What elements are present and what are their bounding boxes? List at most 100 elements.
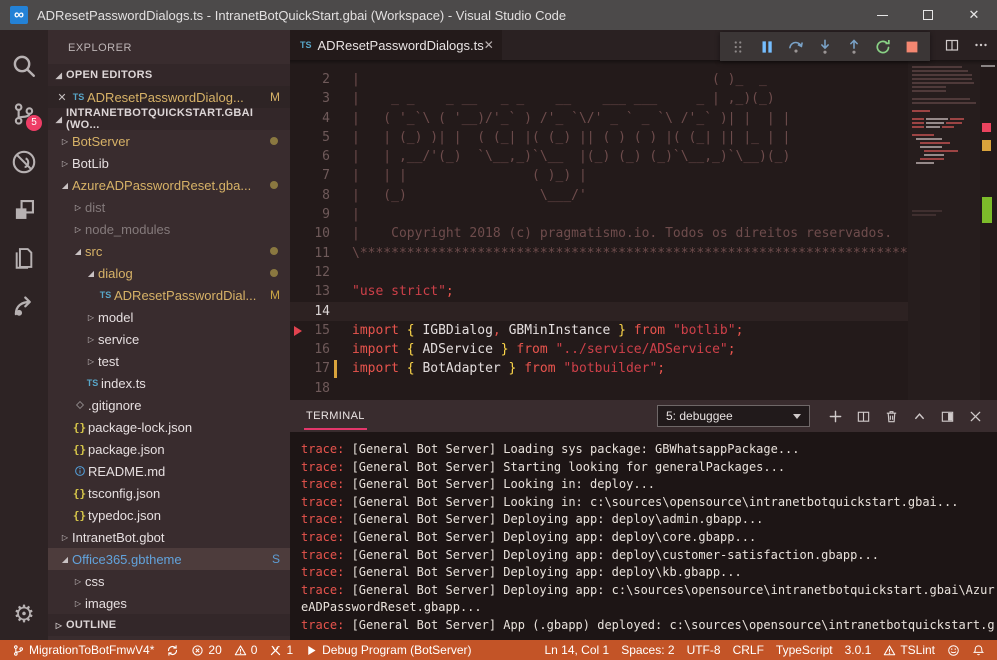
line-number[interactable]: 18	[290, 379, 330, 398]
code-line[interactable]: 8| (_) \___/'	[290, 186, 908, 205]
line-number[interactable]: 2	[290, 70, 330, 89]
statusbar-errors[interactable]: 20	[185, 640, 227, 660]
split-terminal-icon[interactable]	[856, 409, 871, 424]
code-line[interactable]: 4| ( '_`\ ( '__)/'_` ) /'_ `\/' _ ` _ `\…	[290, 109, 908, 128]
code-editor[interactable]: 2| ( )_ _3| _ _ _ __ _ _ __ ___ ___ _ | …	[290, 60, 997, 400]
maximize-button[interactable]	[905, 0, 951, 30]
minimap[interactable]	[908, 60, 980, 400]
code-line[interactable]: 14	[290, 302, 908, 321]
section-open-editors[interactable]: ◢OPEN EDITORS	[48, 64, 290, 86]
tree-item-tsconfig-json[interactable]: {}tsconfig.json	[48, 482, 290, 504]
statusbar-feedback[interactable]	[941, 640, 966, 660]
line-number[interactable]: 14	[290, 302, 330, 321]
debug-icon[interactable]	[0, 138, 48, 186]
code-line[interactable]: 17import { BotAdapter } from "botbuilder…	[290, 359, 908, 378]
code-line[interactable]: 12	[290, 263, 908, 282]
more-actions-icon[interactable]	[973, 37, 989, 53]
statusbar-warnings[interactable]: 0	[228, 640, 264, 660]
statusbar-eol[interactable]: CRLF	[727, 640, 770, 660]
pause-icon[interactable]	[758, 38, 776, 56]
close-panel-icon[interactable]	[968, 409, 983, 424]
step-over-icon[interactable]	[787, 38, 805, 56]
tree-item-office365-gbtheme[interactable]: ◢Office365.gbthemeS	[48, 548, 290, 570]
tree-item-adresetpassworddial[interactable]: TSADResetPasswordDial...M	[48, 284, 290, 306]
tree-item-index-ts[interactable]: TSindex.ts	[48, 372, 290, 394]
line-number[interactable]: 8	[290, 186, 330, 205]
tree-item-botlib[interactable]: ▷BotLib	[48, 152, 290, 174]
tree-item-css[interactable]: ▷css	[48, 570, 290, 592]
close-button[interactable]: ✕	[951, 0, 997, 30]
code-line[interactable]: 10| Copyright 2018 (c) pragmatismo.io. T…	[290, 224, 908, 243]
line-number[interactable]: 9	[290, 205, 330, 224]
tree-item-model[interactable]: ▷model	[48, 306, 290, 328]
line-number[interactable]: 10	[290, 224, 330, 243]
close-editor-icon[interactable]: ✕	[54, 91, 70, 104]
statusbar-tslint[interactable]: TSLint	[877, 640, 941, 660]
restart-icon[interactable]	[874, 38, 892, 56]
code-line[interactable]: 16import { ADService } from "../service/…	[290, 340, 908, 359]
extensions-icon[interactable]	[0, 186, 48, 234]
statusbar-cursor-position[interactable]: Ln 14, Col 1	[538, 640, 615, 660]
tree-item-dist[interactable]: ▷dist	[48, 196, 290, 218]
open-editor-item[interactable]: ✕TSADResetPasswordDialog...M	[48, 86, 290, 108]
tree-item-gitignore[interactable]: .gitignore	[48, 394, 290, 416]
stop-icon[interactable]	[903, 38, 921, 56]
line-number[interactable]: 12	[290, 263, 330, 282]
statusbar-fixes[interactable]: 1	[263, 640, 299, 660]
tree-item-intranetbot-gbot[interactable]: ▷IntranetBot.gbot	[48, 526, 290, 548]
code-line[interactable]: 3| _ _ _ __ _ _ __ ___ ___ _ | ,_)(_)	[290, 89, 908, 108]
line-number[interactable]: 4	[290, 109, 330, 128]
split-editor-icon[interactable]	[944, 37, 960, 53]
documents-icon[interactable]	[0, 234, 48, 282]
tree-item-test[interactable]: ▷test	[48, 350, 290, 372]
minimize-button[interactable]	[859, 0, 905, 30]
line-number[interactable]: 16	[290, 340, 330, 359]
code-line[interactable]: 9|	[290, 205, 908, 224]
maximize-panel-icon[interactable]	[912, 409, 927, 424]
code-line[interactable]: 15import { IGBDialog, GBMinInstance } fr…	[290, 321, 908, 340]
code-line[interactable]: 2| ( )_ _	[290, 70, 908, 89]
code-line[interactable]: 18	[290, 379, 908, 398]
line-number[interactable]: 6	[290, 147, 330, 166]
tree-item-images[interactable]: ▷images	[48, 592, 290, 614]
share-icon[interactable]	[0, 282, 48, 330]
line-number[interactable]: 17	[290, 359, 330, 378]
terminal-output[interactable]: trace: [General Bot Server] Loading sys …	[290, 432, 997, 640]
tree-item-service[interactable]: ▷service	[48, 328, 290, 350]
step-into-icon[interactable]	[816, 38, 834, 56]
tree-item-readme-md[interactable]: README.md	[48, 460, 290, 482]
line-number[interactable]: 5	[290, 128, 330, 147]
tree-item-botserver[interactable]: ▷BotServer	[48, 130, 290, 152]
code-line[interactable]: 11\*************************************…	[290, 244, 908, 263]
line-number[interactable]: 11	[290, 244, 330, 263]
toggle-panel-icon[interactable]	[940, 409, 955, 424]
code-line[interactable]: 7| | | ( )_) |	[290, 166, 908, 185]
line-number[interactable]: 13	[290, 282, 330, 301]
statusbar-debug-program[interactable]: Debug Program (BotServer)	[299, 640, 477, 660]
tree-item-node-modules[interactable]: ▷node_modules	[48, 218, 290, 240]
statusbar-git-branch[interactable]: MigrationToBotFmwV4*	[6, 640, 160, 660]
line-number[interactable]: 7	[290, 166, 330, 185]
terminal-tab[interactable]: TERMINAL	[304, 402, 367, 430]
tree-item-package-lock-json[interactable]: {}package-lock.json	[48, 416, 290, 438]
section-workspace[interactable]: ◢INTRANETBOTQUICKSTART.GBAI (WO...	[48, 108, 290, 130]
statusbar-version[interactable]: 3.0.1	[839, 640, 878, 660]
statusbar-sync[interactable]	[160, 640, 185, 660]
tab-adresetpassworddialogs[interactable]: TS ADResetPasswordDialogs.ts ✕	[290, 30, 502, 60]
line-number[interactable]: 3	[290, 89, 330, 108]
code-line[interactable]: 6| | ,__/'(_) `\__,_)`\__ |(_) (_) (_)`\…	[290, 147, 908, 166]
statusbar-notifications[interactable]	[966, 640, 991, 660]
settings-gear-icon[interactable]: ⚙	[0, 594, 48, 634]
kill-terminal-icon[interactable]	[884, 409, 899, 424]
terminal-select[interactable]: 5: debuggee	[657, 405, 810, 427]
tab-close-icon[interactable]: ✕	[484, 38, 494, 52]
section-outline[interactable]: ▷OUTLINE	[48, 614, 290, 636]
source-control-icon[interactable]: 5	[0, 90, 48, 138]
tree-item-dialog[interactable]: ◢dialog	[48, 262, 290, 284]
tree-item-azureadpasswordreset-gba[interactable]: ◢AzureADPasswordReset.gba...	[48, 174, 290, 196]
code-line[interactable]: 13"use strict";	[290, 282, 908, 301]
statusbar-indentation[interactable]: Spaces: 2	[615, 640, 680, 660]
statusbar-language-mode[interactable]: TypeScript	[770, 640, 839, 660]
code-line[interactable]: 5| | (_) )| | ( (_| |( (_) || ( ) ( ) |(…	[290, 128, 908, 147]
tree-item-typedoc-json[interactable]: {}typedoc.json	[48, 504, 290, 526]
